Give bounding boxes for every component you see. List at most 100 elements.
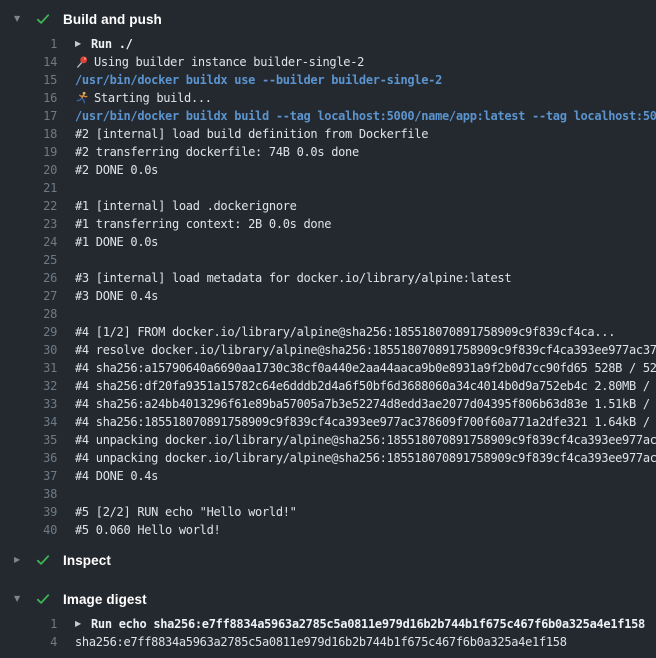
line-number[interactable]: 28 [0,305,57,323]
line-number[interactable]: 29 [0,323,57,341]
line-number[interactable]: 21 [0,179,57,197]
chevron-icon[interactable]: ▶ [14,556,26,564]
run-toggle-icon[interactable]: ▶ [75,40,84,48]
line-number[interactable]: 4 [0,633,57,651]
line-number[interactable]: 36 [0,449,57,467]
check-icon [35,11,51,27]
line-content: #3 DONE 0.4s [75,287,656,305]
line-text: Using builder instance builder-single-2 [94,53,364,71]
log-line: 16 Starting build... [0,89,656,107]
line-content: #2 [internal] load build definition from… [75,125,656,143]
log-line: 25 [0,251,656,269]
line-number[interactable]: 18 [0,125,57,143]
line-number[interactable]: 35 [0,431,57,449]
line-text: #4 sha256:a15790640a6690aa1730c38cf0a440… [75,359,656,377]
line-number[interactable]: 26 [0,269,57,287]
log-line: 22 #1 [internal] load .dockerignore [0,197,656,215]
line-content: #5 0.060 Hello world! [75,521,656,539]
line-text: /usr/bin/docker buildx use --builder bui… [75,71,442,89]
line-content: #1 transferring context: 2B 0.0s done [75,215,656,233]
log-line: 4 sha256:e7ff8834a5963a2785c5a0811e979d1… [0,633,656,651]
log-line: 36 #4 unpacking docker.io/library/alpine… [0,449,656,467]
line-number[interactable]: 24 [0,233,57,251]
line-number[interactable]: 22 [0,197,57,215]
log-line: 1 ▶ Run echo sha256:e7ff8834a5963a2785c5a… [0,615,656,633]
step-build-and-push: ▼ Build and push 1 ▶ Run ./ 14 Using buil… [0,8,656,539]
line-number[interactable]: 31 [0,359,57,377]
line-number[interactable]: 39 [0,503,57,521]
line-text: #4 [1/2] FROM docker.io/library/alpine@s… [75,323,615,341]
log-line: 40 #5 0.060 Hello world! [0,521,656,539]
line-number[interactable]: 32 [0,377,57,395]
line-content: Using builder instance builder-single-2 [75,53,656,71]
line-number[interactable]: 15 [0,71,57,89]
line-number[interactable]: 40 [0,521,57,539]
check-icon [35,552,51,568]
line-number[interactable]: 17 [0,107,57,125]
log-line: 34 #4 sha256:185518070891758909c9f839cf4… [0,413,656,431]
line-content: #3 [internal] load metadata for docker.i… [75,269,656,287]
workflow-log-page: ▼ Build and push 1 ▶Run ./ 14 Using buil… [0,0,656,651]
log-line: 32 #4 sha256:df20fa9351a15782c64e6dddb2d… [0,377,656,395]
log-line: 37 #4 DONE 0.4s [0,467,656,485]
line-text: #5 0.060 Hello world! [75,521,220,539]
line-text: /usr/bin/docker buildx build --tag local… [75,107,656,125]
step-header-build-and-push[interactable]: ▼ Build and push [0,8,656,30]
line-content: #4 DONE 0.4s [75,467,656,485]
line-text: #4 unpacking docker.io/library/alpine@sh… [75,431,656,449]
line-number[interactable]: 33 [0,395,57,413]
runner-icon [75,91,89,105]
line-text: #1 [internal] load .dockerignore [75,197,297,215]
line-text: #3 [internal] load metadata for docker.i… [75,269,511,287]
log-line: 24 #1 DONE 0.0s [0,233,656,251]
line-number[interactable]: 19 [0,143,57,161]
log-line: 28 [0,305,656,323]
line-content: #4 sha256:185518070891758909c9f839cf4ca3… [75,413,656,431]
step-log-lines: 1 ▶ Run echo sha256:e7ff8834a5963a2785c5a… [0,615,656,651]
step-title: Image digest [63,592,147,607]
line-text: Run ./ [91,35,133,53]
line-text: Run echo sha256:e7ff8834a5963a2785c5a081… [91,615,645,633]
line-number[interactable]: 14 [0,53,57,71]
line-content: /usr/bin/docker buildx build --tag local… [75,107,656,125]
log-line: 38 [0,485,656,503]
line-text: #1 DONE 0.0s [75,233,158,251]
log-line: 23 #1 transferring context: 2B 0.0s done [0,215,656,233]
chevron-icon[interactable]: ▼ [14,595,26,603]
step-header-inspect[interactable]: ▶ Inspect [0,549,656,571]
step-log-lines: 1 ▶ Run ./ 14 Using builder instance buil… [0,35,656,539]
run-toggle-icon[interactable]: ▶ [75,620,84,628]
line-number[interactable]: 37 [0,467,57,485]
line-number[interactable]: 38 [0,485,57,503]
log-line: 35 #4 unpacking docker.io/library/alpine… [0,431,656,449]
check-icon [35,591,51,607]
log-line: 14 Using builder instance builder-single… [0,53,656,71]
log-line: 21 [0,179,656,197]
line-text: #2 transferring dockerfile: 74B 0.0s don… [75,143,359,161]
log-line: 31 #4 sha256:a15790640a6690aa1730c38cf0a… [0,359,656,377]
log-line: 26 #3 [internal] load metadata for docke… [0,269,656,287]
line-text: #2 [internal] load build definition from… [75,125,428,143]
line-number[interactable]: 1 [0,35,57,53]
line-number[interactable]: 16 [0,89,57,107]
line-content: #1 [internal] load .dockerignore [75,197,656,215]
line-content: #2 DONE 0.0s [75,161,656,179]
log-line: 30 #4 resolve docker.io/library/alpine@s… [0,341,656,359]
line-number[interactable]: 23 [0,215,57,233]
chevron-icon[interactable]: ▼ [14,15,26,23]
line-number[interactable]: 20 [0,161,57,179]
line-text: #5 [2/2] RUN echo "Hello world!" [75,503,297,521]
step-header-image-digest[interactable]: ▼ Image digest [0,588,656,610]
line-text: #4 DONE 0.4s [75,467,158,485]
line-content: /usr/bin/docker buildx use --builder bui… [75,71,656,89]
log-line: 19 #2 transferring dockerfile: 74B 0.0s … [0,143,656,161]
line-number[interactable]: 1 [0,615,57,633]
log-line: 20 #2 DONE 0.0s [0,161,656,179]
log-line: 17 /usr/bin/docker buildx build --tag lo… [0,107,656,125]
line-number[interactable]: 30 [0,341,57,359]
line-number[interactable]: 27 [0,287,57,305]
line-text: #1 transferring context: 2B 0.0s done [75,215,331,233]
line-number[interactable]: 34 [0,413,57,431]
line-content: #4 [1/2] FROM docker.io/library/alpine@s… [75,323,656,341]
line-number[interactable]: 25 [0,251,57,269]
